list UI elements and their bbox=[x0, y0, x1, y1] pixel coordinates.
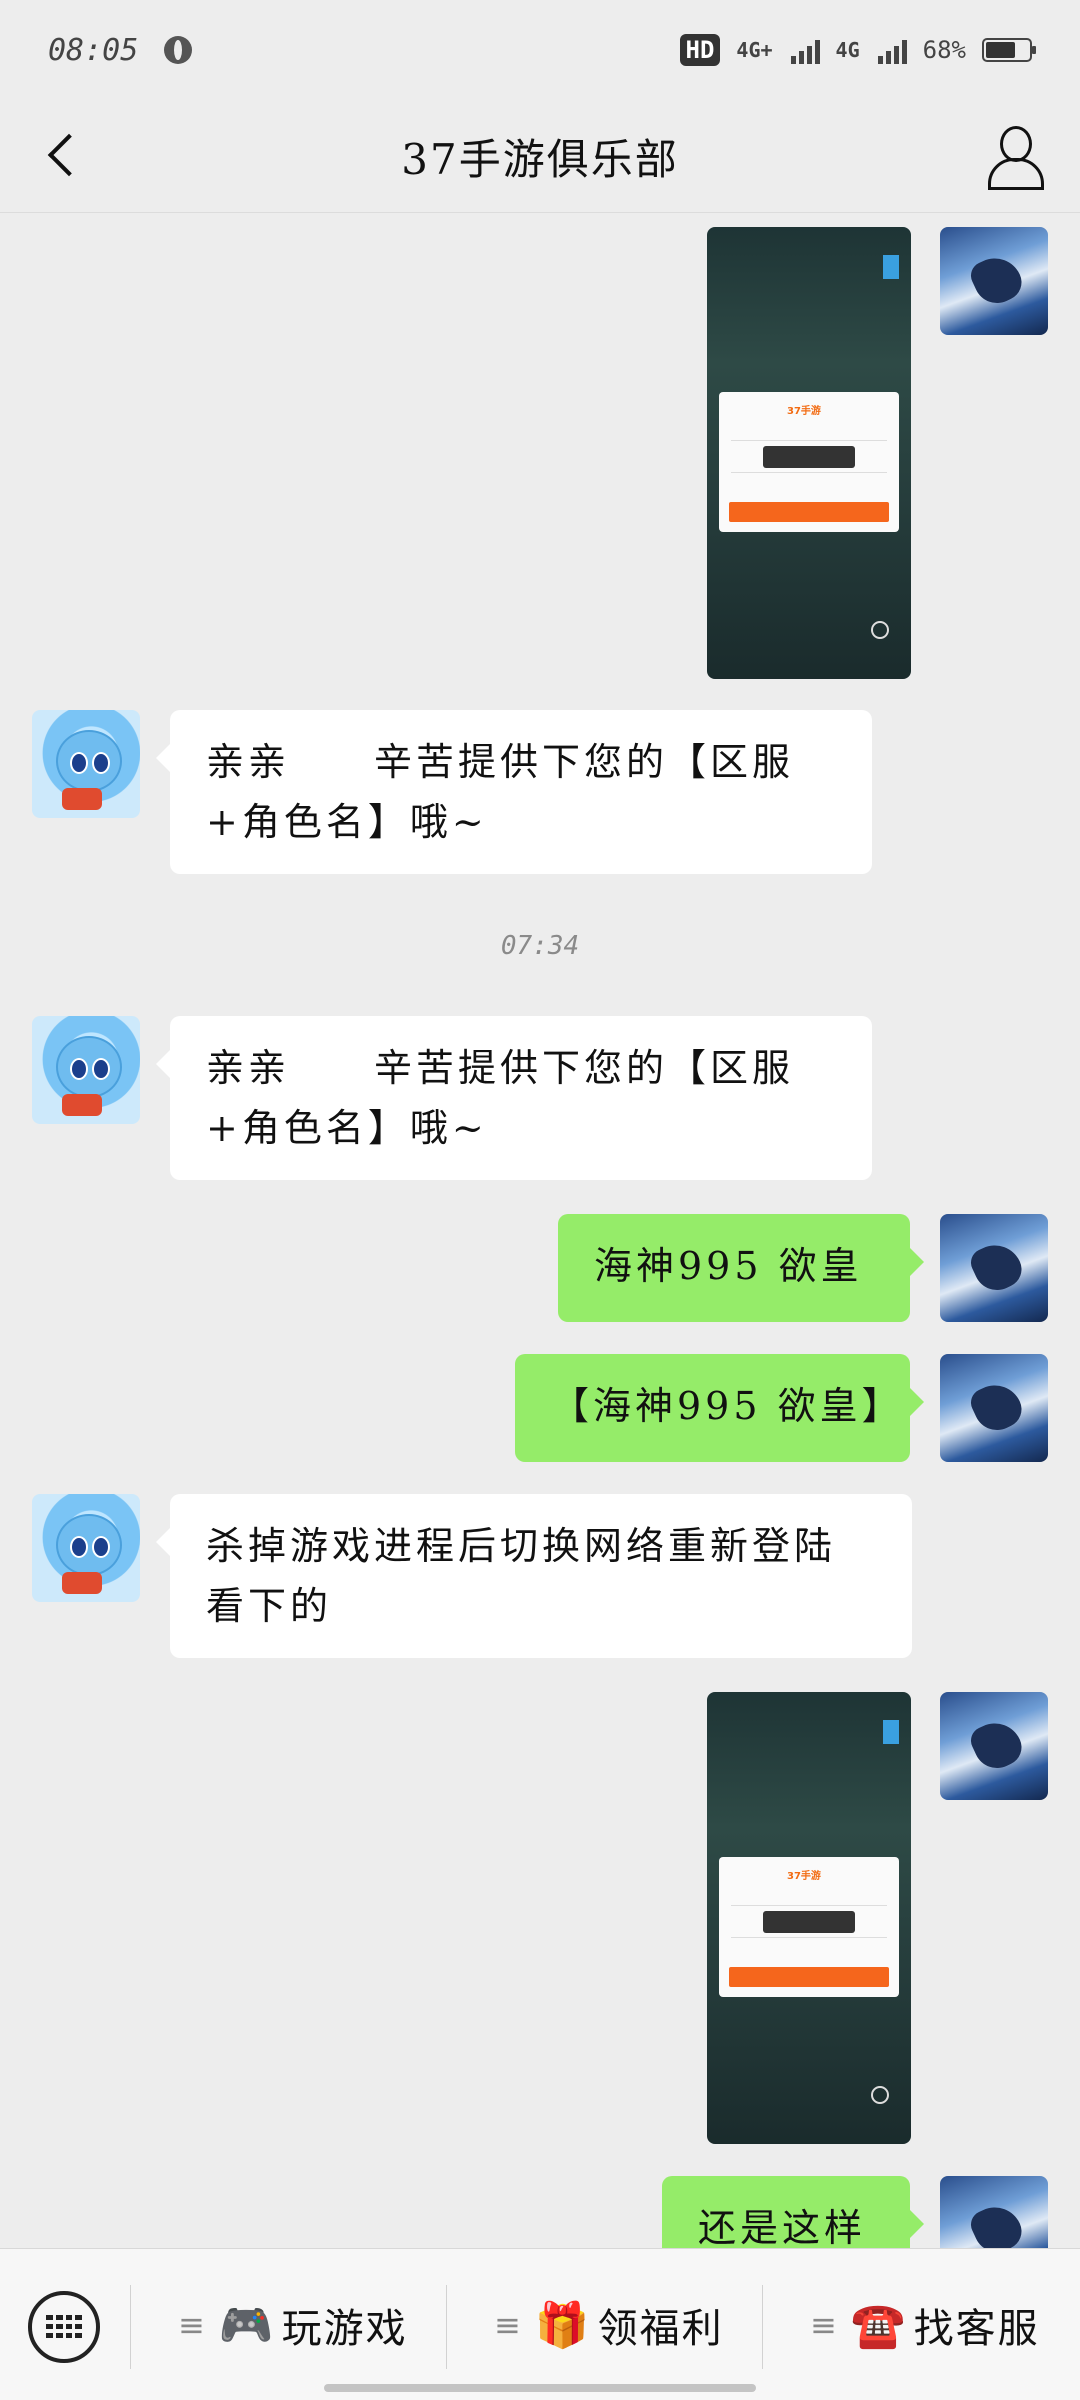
status-left: 08:05 bbox=[48, 32, 193, 68]
field-line bbox=[731, 1891, 887, 1906]
telephone-icon: ☎️ bbox=[850, 2300, 906, 2351]
message-bubble[interactable]: 亲亲 辛苦提供下您的【区服+角色名】哦~ bbox=[156, 710, 872, 874]
user-avatar[interactable] bbox=[940, 227, 1048, 335]
menu-lines-icon: ≡ bbox=[810, 2306, 837, 2344]
login-dialog-preview: 37手游 bbox=[719, 1857, 899, 1997]
network-label-2: 4G bbox=[835, 38, 860, 62]
network-label-1: 4G+ bbox=[736, 38, 773, 62]
gamepad-icon: 🎮 bbox=[218, 2300, 274, 2351]
nav-bar: 37手游俱乐部 bbox=[0, 100, 1080, 213]
user-avatar[interactable] bbox=[940, 1354, 1048, 1462]
chat-title: 37手游俱乐部 bbox=[401, 134, 679, 184]
person-icon bbox=[1000, 126, 1032, 162]
menu-support[interactable]: ≡ ☎️ 找客服 bbox=[810, 2287, 1040, 2363]
agent-avatar[interactable] bbox=[32, 1016, 140, 1124]
gift-icon: 🎁 bbox=[534, 2300, 590, 2351]
person-icon-body bbox=[988, 158, 1044, 190]
login-dialog-preview: 37手游 bbox=[719, 392, 899, 532]
menu-benefits[interactable]: ≡ 🎁 领福利 bbox=[494, 2287, 724, 2363]
loading-icon bbox=[871, 2086, 889, 2104]
avatar-cape bbox=[62, 1094, 102, 1116]
battery-fill bbox=[986, 42, 1015, 58]
toast-preview bbox=[763, 1911, 855, 1933]
hd-badge: HD bbox=[679, 34, 721, 66]
status-time: 08:05 bbox=[48, 32, 139, 68]
agent-avatar[interactable] bbox=[32, 1494, 140, 1602]
chevron-left-icon bbox=[47, 133, 91, 177]
battery-percent: 68% bbox=[922, 36, 966, 64]
menu-lines-icon: ≡ bbox=[494, 2306, 521, 2344]
avatar-cape bbox=[62, 788, 102, 810]
logo-37: 37手游 bbox=[787, 406, 821, 417]
avatar-figure bbox=[966, 1236, 1028, 1298]
message-bubble[interactable]: 亲亲 辛苦提供下您的【区服+角色名】哦~ bbox=[156, 1016, 872, 1180]
avatar-figure bbox=[966, 1376, 1028, 1438]
image-thumbnail[interactable]: 37手游 bbox=[707, 227, 911, 679]
profile-button[interactable] bbox=[978, 120, 1050, 192]
login-button-preview bbox=[729, 1967, 889, 1987]
signal-icon bbox=[790, 36, 820, 64]
menu-divider bbox=[762, 2285, 763, 2369]
user-avatar[interactable] bbox=[940, 1214, 1048, 1322]
image-thumbnail[interactable]: 37手游 bbox=[707, 1692, 911, 2144]
avatar-face bbox=[56, 1036, 122, 1098]
message-bubble[interactable]: 还是这样 bbox=[662, 2176, 924, 2248]
message-timestamp: 07:34 bbox=[500, 931, 580, 961]
loading-icon bbox=[871, 621, 889, 639]
app-badge-icon bbox=[883, 255, 899, 279]
avatar-figure bbox=[966, 249, 1028, 311]
avatar-face bbox=[56, 730, 122, 792]
user-avatar[interactable] bbox=[940, 1692, 1048, 1800]
toast-preview bbox=[763, 446, 855, 468]
status-right: HD 4G+ 4G 68% bbox=[679, 34, 1036, 66]
menu-divider bbox=[130, 2285, 131, 2369]
battery-icon bbox=[982, 38, 1036, 62]
menu-divider bbox=[446, 2285, 447, 2369]
bottom-menu-bar: ≡ 🎮 玩游戏 ≡ 🎁 领福利 ≡ ☎️ 找客服 bbox=[0, 2248, 1080, 2400]
back-button[interactable] bbox=[34, 124, 98, 188]
chat-area[interactable]: 37手游 亲亲 辛苦提供下您的【区服+角色名】哦~ 07:34 亲亲 辛苦提供下… bbox=[0, 213, 1080, 2248]
logo-37: 37手游 bbox=[787, 1871, 821, 1882]
app-badge-icon bbox=[883, 1720, 899, 1744]
agent-avatar[interactable] bbox=[32, 710, 140, 818]
avatar-face bbox=[56, 1514, 122, 1576]
user-avatar[interactable] bbox=[940, 2176, 1048, 2248]
login-button-preview bbox=[729, 502, 889, 522]
avatar-figure bbox=[966, 1714, 1028, 1776]
avatar-figure bbox=[966, 2198, 1028, 2248]
field-line bbox=[731, 426, 887, 441]
menu-label: 领福利 bbox=[597, 2306, 724, 2352]
menu-lines-icon: ≡ bbox=[178, 2306, 205, 2344]
menu-label: 找客服 bbox=[913, 2306, 1040, 2352]
avatar-cape bbox=[62, 1572, 102, 1594]
menu-play-games[interactable]: ≡ 🎮 玩游戏 bbox=[178, 2287, 408, 2363]
globe-icon bbox=[164, 36, 193, 64]
menu-label: 玩游戏 bbox=[281, 2306, 408, 2352]
keyboard-icon bbox=[46, 2315, 82, 2339]
keyboard-toggle-button[interactable] bbox=[28, 2291, 100, 2363]
message-bubble[interactable]: 海神995 欲皇 bbox=[558, 1214, 924, 1322]
signal-icon bbox=[877, 36, 907, 64]
home-indicator[interactable] bbox=[324, 2384, 756, 2392]
message-bubble[interactable]: 杀掉游戏进程后切换网络重新登陆看下的 bbox=[156, 1494, 912, 1658]
message-bubble[interactable]: 【海神995 欲皇】 bbox=[515, 1354, 924, 1462]
status-bar: 08:05 HD 4G+ 4G 68% bbox=[0, 0, 1080, 100]
